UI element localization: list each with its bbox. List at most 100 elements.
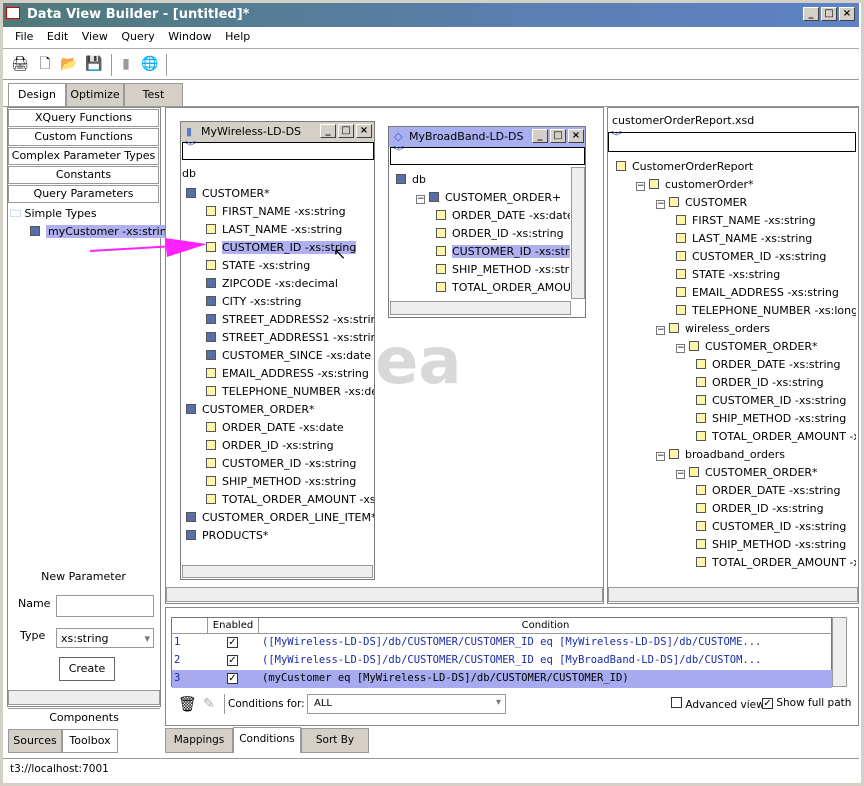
type-select[interactable]: xs:string ▾ (56, 628, 154, 648)
tree-node[interactable]: TOTAL_ORDER_AMOUNT -xs:string (696, 555, 856, 571)
tree-node[interactable]: EMAIL_ADDRESS -xs:string (676, 285, 839, 301)
horizontal-scrollbar[interactable] (390, 301, 571, 315)
name-input[interactable] (56, 595, 154, 617)
menu-edit[interactable]: Edit (47, 30, 68, 43)
tree-simple-types[interactable]: 🗀 Simple Types (10, 206, 97, 222)
tree-node[interactable]: TOTAL_ORDER_AMOUN (436, 280, 570, 296)
tree-node[interactable]: − CUSTOMER_ORDER+ (416, 190, 561, 206)
tree-node[interactable]: ORDER_DATE -xs:string (696, 357, 840, 373)
horizontal-scrollbar[interactable] (182, 565, 373, 578)
tree-node[interactable]: ORDER_ID -xs:string (696, 375, 824, 391)
tree-node[interactable]: − CUSTOMER (656, 195, 747, 211)
save-icon[interactable]: 💾 (85, 55, 103, 73)
tree-node[interactable]: SHIP_METHOD -xs:string (696, 537, 846, 553)
tree-node[interactable]: CUSTOMER_ID -xs:strin (436, 244, 570, 260)
tree-node[interactable]: CUSTOMER_ID -xs:string (676, 249, 826, 265)
tree-node[interactable]: CUSTOMER_ORDER_LINE_ITEM* (186, 510, 374, 526)
maximize-button[interactable]: □ (550, 129, 566, 143)
collapse-icon[interactable]: − (676, 344, 685, 353)
tree-node[interactable]: FIRST_NAME -xs:string (676, 213, 816, 229)
menu-help[interactable]: Help (225, 30, 250, 43)
collapse-icon[interactable]: − (656, 452, 665, 461)
header-enabled[interactable]: Enabled (208, 618, 259, 634)
minimize-button[interactable]: _ (803, 7, 819, 21)
tree-node[interactable]: LAST_NAME -xs:string (676, 231, 812, 247)
tree-node[interactable]: ORDER_ID -xs:string (436, 226, 564, 242)
collapse-bar[interactable]: ︾ (390, 146, 585, 165)
tree-node[interactable]: STREET_ADDRESS1 -xs:string (206, 330, 374, 346)
query-parameters-button[interactable]: Query Parameters (8, 185, 159, 203)
enabled-checkbox[interactable]: ✓ (227, 673, 238, 684)
tree-node[interactable]: TELEPHONE_NUMBER -xs:decim (206, 384, 374, 400)
tree-node[interactable]: ORDER_ID -xs:string (206, 438, 334, 454)
tab-conditions[interactable]: Conditions (233, 727, 301, 753)
open-folder-icon[interactable]: 📂 (60, 55, 78, 73)
tree-node[interactable]: ORDER_DATE -xs:date (206, 420, 344, 436)
tab-sources[interactable]: Sources (8, 729, 62, 753)
edit-icon[interactable]: ✎ (203, 696, 215, 712)
tree-node[interactable]: CUSTOMER_ID -xs:string (696, 519, 846, 535)
tree-node[interactable]: STREET_ADDRESS2 -xs:string? (206, 312, 374, 328)
tree-node[interactable]: TELEPHONE_NUMBER -xs:long (676, 303, 856, 319)
conditions-vertical-scrollbar[interactable] (832, 617, 847, 687)
collapse-icon[interactable]: − (676, 470, 685, 479)
tree-node[interactable]: − wireless_orders (656, 321, 770, 337)
xquery-functions-button[interactable]: XQuery Functions (8, 109, 159, 127)
enabled-checkbox[interactable]: ✓ (227, 637, 238, 648)
close-button[interactable]: × (356, 124, 372, 138)
document-icon[interactable]: ▮ (117, 55, 135, 73)
minimize-button[interactable]: _ (532, 129, 548, 143)
globe-icon[interactable]: 🌐 (141, 55, 159, 73)
tree-node[interactable]: SHIP_METHOD -xs:strin (436, 262, 570, 278)
complex-parameter-types-button[interactable]: Complex Parameter Types (8, 147, 159, 165)
collapse-icon[interactable]: − (656, 200, 665, 209)
tree-node[interactable]: CUSTOMER_SINCE -xs:date (206, 348, 371, 364)
condition-row[interactable]: 1 ✓ ([MyWireless-LD-DS]/db/CUSTOMER/CUSTOM… (172, 634, 832, 652)
conditions-for-select[interactable]: ALL ▾ (307, 694, 506, 714)
tree-node[interactable]: STATE -xs:string (206, 258, 310, 274)
enabled-checkbox[interactable]: ✓ (227, 655, 238, 666)
tree-node[interactable]: CUSTOMER_ID -xs:string (696, 393, 846, 409)
tree-node[interactable]: − CUSTOMER_ORDER* (676, 339, 818, 355)
collapse-icon[interactable]: − (636, 182, 645, 191)
tree-node[interactable]: CUSTOMER_ID -xs:string (206, 456, 356, 472)
tab-sort-by[interactable]: Sort By (301, 728, 369, 753)
tab-design[interactable]: Design (8, 83, 66, 107)
tab-optimize[interactable]: Optimize (66, 83, 124, 107)
tree-node[interactable]: SHIP_METHOD -xs:string (696, 411, 846, 427)
tree-node[interactable]: TOTAL_ORDER_AMOUNT -xs (696, 429, 856, 445)
tree-node[interactable]: CUSTOMER_ORDER* (186, 402, 315, 418)
tab-test[interactable]: Test (124, 83, 183, 107)
maximize-button[interactable]: □ (821, 7, 837, 21)
tree-node[interactable]: TOTAL_ORDER_AMOUNT -xs:de (206, 492, 374, 508)
tree-node[interactable]: STATE -xs:string (676, 267, 780, 283)
tree-node[interactable]: ZIPCODE -xs:decimal (206, 276, 338, 292)
tree-node[interactable]: LAST_NAME -xs:string (206, 222, 342, 238)
maximize-button[interactable]: □ (338, 124, 354, 138)
collapse-icon[interactable]: − (656, 326, 665, 335)
tree-node[interactable]: − customerOrder* (636, 177, 754, 193)
create-button[interactable]: Create (59, 657, 115, 681)
close-button[interactable]: × (568, 129, 584, 143)
show-full-path-checkbox[interactable]: ✓ Show full path (762, 697, 851, 709)
left-horizontal-scrollbar[interactable] (8, 690, 160, 705)
new-file-icon[interactable]: 🗋 (36, 55, 54, 73)
trash-icon[interactable]: 🗑 (178, 695, 197, 713)
tree-node[interactable]: − broadband_orders (656, 447, 785, 463)
tab-mappings[interactable]: Mappings (165, 728, 233, 753)
collapse-bar[interactable]: ︾ (608, 131, 856, 152)
tree-node[interactable]: CITY -xs:string (206, 294, 301, 310)
target-horizontal-scrollbar[interactable] (608, 587, 858, 602)
tree-node[interactable]: EMAIL_ADDRESS -xs:string (206, 366, 369, 382)
tree-node[interactable]: PRODUCTS* (186, 528, 268, 544)
menu-file[interactable]: File (15, 30, 33, 43)
tree-node[interactable]: CUSTOMER* (186, 186, 270, 202)
canvas-horizontal-scrollbar[interactable] (166, 587, 603, 602)
tree-node[interactable]: ORDER_DATE -xs:string (696, 483, 840, 499)
condition-row[interactable]: 2 ✓ ([MyWireless-LD-DS]/db/CUSTOMER/CUSTOM… (172, 652, 832, 670)
collapse-icon[interactable]: − (416, 195, 425, 204)
tree-node[interactable]: db (396, 172, 426, 188)
menu-view[interactable]: View (82, 30, 108, 43)
tree-node[interactable]: ORDER_ID -xs:string (696, 501, 824, 517)
condition-row[interactable]: 3 ✓ (myCustomer eq [MyWireless-LD-DS]/db/C… (172, 670, 832, 688)
